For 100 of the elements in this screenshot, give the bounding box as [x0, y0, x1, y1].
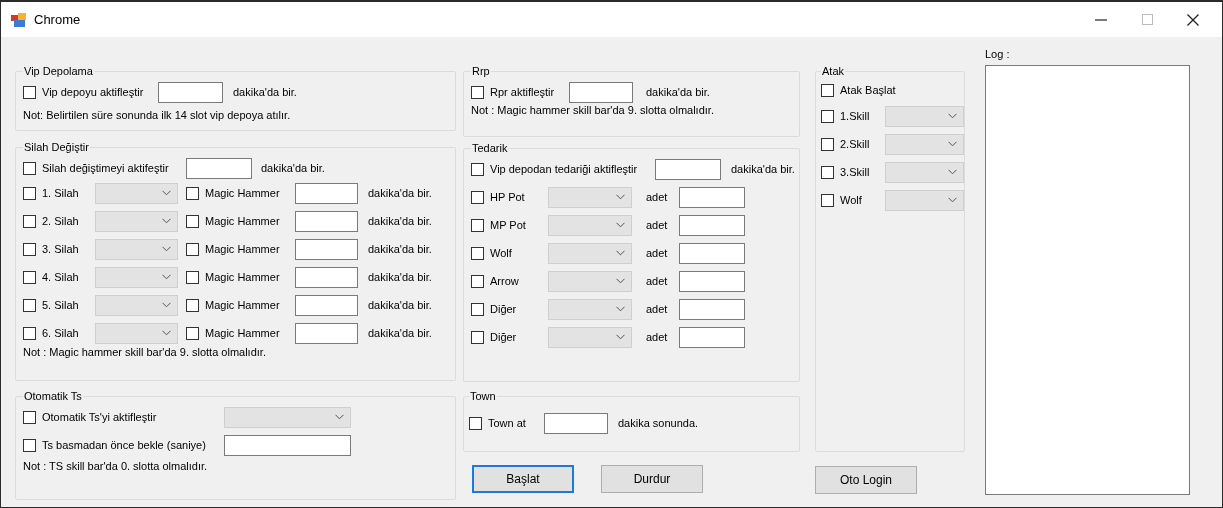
- checkbox[interactable]: [471, 218, 484, 232]
- text-field[interactable]: [295, 294, 358, 316]
- login-button[interactable]: Oto Login: [815, 466, 917, 494]
- text-field[interactable]: [295, 238, 358, 260]
- chevron-down-icon: [616, 334, 625, 340]
- checkbox-label: Arrow: [490, 275, 519, 287]
- text-field[interactable]: [158, 81, 223, 103]
- checkbox[interactable]: [186, 298, 199, 312]
- text-field[interactable]: [186, 157, 252, 179]
- checkbox[interactable]: [186, 242, 199, 256]
- chevron-down-icon: [616, 250, 625, 256]
- text-field[interactable]: [679, 298, 745, 320]
- text-field[interactable]: [544, 412, 608, 434]
- group-title: Vip Depolama: [23, 65, 94, 77]
- note-text: Not : TS skill bar'da 0. slotta olmalıdır.: [23, 460, 208, 472]
- checkbox-label: Magic Hammer: [205, 187, 280, 199]
- text-field[interactable]: [679, 186, 745, 208]
- unit-label: dakika'da bir.: [368, 187, 432, 199]
- checkbox[interactable]: [471, 85, 484, 99]
- checkbox-label: Magic Hammer: [205, 243, 280, 255]
- checkbox-label: Rpr aktifleştir: [490, 86, 555, 98]
- checkbox-label: Magic Hammer: [205, 271, 280, 283]
- text-field[interactable]: [295, 182, 358, 204]
- checkbox[interactable]: [186, 270, 199, 284]
- checkbox-label: 2. Silah: [42, 215, 79, 227]
- unit-label: dakika'da bir.: [368, 243, 432, 255]
- unit-label: dakika'da bir.: [261, 162, 325, 174]
- app-icon: [11, 12, 26, 27]
- text-field[interactable]: [655, 158, 721, 180]
- checkbox[interactable]: [821, 109, 834, 123]
- text-field[interactable]: [224, 434, 351, 456]
- text-field[interactable]: [295, 322, 358, 344]
- log-label: Log :: [985, 48, 1010, 60]
- text-field[interactable]: [295, 210, 358, 232]
- checkbox[interactable]: [821, 83, 834, 97]
- checkbox[interactable]: [186, 186, 199, 200]
- chevron-down-icon: [948, 169, 957, 175]
- checkbox-label: Otomatik Ts'yi aktifleştir: [42, 411, 157, 423]
- chevron-down-icon: [948, 197, 957, 203]
- chevron-down-icon: [162, 330, 171, 336]
- unit-label: dakika'da bir.: [368, 299, 432, 311]
- checkbox[interactable]: [471, 302, 484, 316]
- checkbox[interactable]: [23, 410, 36, 424]
- checkbox[interactable]: [471, 162, 484, 176]
- text-field[interactable]: [679, 242, 745, 264]
- checkbox[interactable]: [23, 326, 36, 340]
- checkbox[interactable]: [471, 246, 484, 260]
- action-button[interactable]: Başlat: [472, 465, 574, 493]
- chevron-down-icon: [616, 306, 625, 312]
- checkbox[interactable]: [23, 186, 36, 200]
- checkbox-label: Town at: [488, 417, 526, 429]
- checkbox-label: MP Pot: [490, 219, 526, 231]
- checkbox[interactable]: [471, 274, 484, 288]
- action-button[interactable]: Durdur: [601, 465, 703, 493]
- close-icon[interactable]: [1187, 13, 1199, 26]
- checkbox[interactable]: [23, 161, 36, 175]
- unit-label: adet: [646, 191, 668, 203]
- checkbox[interactable]: [821, 137, 834, 151]
- checkbox-label: 1.Skill: [840, 110, 870, 122]
- text-field[interactable]: [569, 81, 633, 103]
- checkbox-label: Silah değiştimeyi aktifeştir: [42, 162, 169, 174]
- checkbox[interactable]: [471, 190, 484, 204]
- checkbox-label: Magic Hammer: [205, 327, 280, 339]
- checkbox[interactable]: [471, 330, 484, 344]
- checkbox[interactable]: [821, 165, 834, 179]
- text-field[interactable]: [679, 214, 745, 236]
- text-field[interactable]: [295, 266, 358, 288]
- checkbox-label: Magic Hammer: [205, 299, 280, 311]
- chevron-down-icon: [335, 414, 344, 420]
- unit-label: dakika'da bir.: [731, 163, 795, 175]
- note-text: Not: Belirtilen süre sonunda ilk 14 slot vip depoya atılır.: [23, 109, 291, 121]
- checkbox-label: Ts basmadan önce bekle (saniye): [42, 439, 206, 451]
- unit-label: dakika'da bir.: [233, 86, 297, 98]
- chevron-down-icon: [948, 141, 957, 147]
- checkbox[interactable]: [23, 270, 36, 284]
- note-text: Not : Magic hammer skill bar'da 9. slotta olmalıdır.: [23, 346, 266, 358]
- checkbox-label: Diğer: [490, 303, 517, 315]
- checkbox[interactable]: [23, 298, 36, 312]
- text-field[interactable]: [679, 326, 745, 348]
- checkbox-label: 4. Silah: [42, 271, 79, 283]
- checkbox[interactable]: [469, 416, 482, 430]
- checkbox-label: Wolf: [840, 194, 862, 206]
- group-title: Tedarik: [471, 142, 509, 154]
- chevron-down-icon: [948, 113, 957, 119]
- text-field[interactable]: [679, 270, 745, 292]
- unit-label: adet: [646, 219, 668, 231]
- unit-label: dakika'da bir.: [368, 327, 432, 339]
- checkbox[interactable]: [821, 193, 834, 207]
- checkbox[interactable]: [23, 85, 36, 99]
- checkbox[interactable]: [186, 326, 199, 340]
- group-title: Rrp: [471, 65, 491, 77]
- checkbox[interactable]: [186, 214, 199, 228]
- checkbox-label: 5. Silah: [42, 299, 79, 311]
- checkbox-label: Magic Hammer: [205, 215, 280, 227]
- window-title: Chrome: [34, 12, 81, 27]
- checkbox[interactable]: [23, 242, 36, 256]
- unit-label: dakika'da bir.: [646, 86, 710, 98]
- checkbox[interactable]: [23, 438, 36, 452]
- checkbox[interactable]: [23, 214, 36, 228]
- chevron-down-icon: [162, 274, 171, 280]
